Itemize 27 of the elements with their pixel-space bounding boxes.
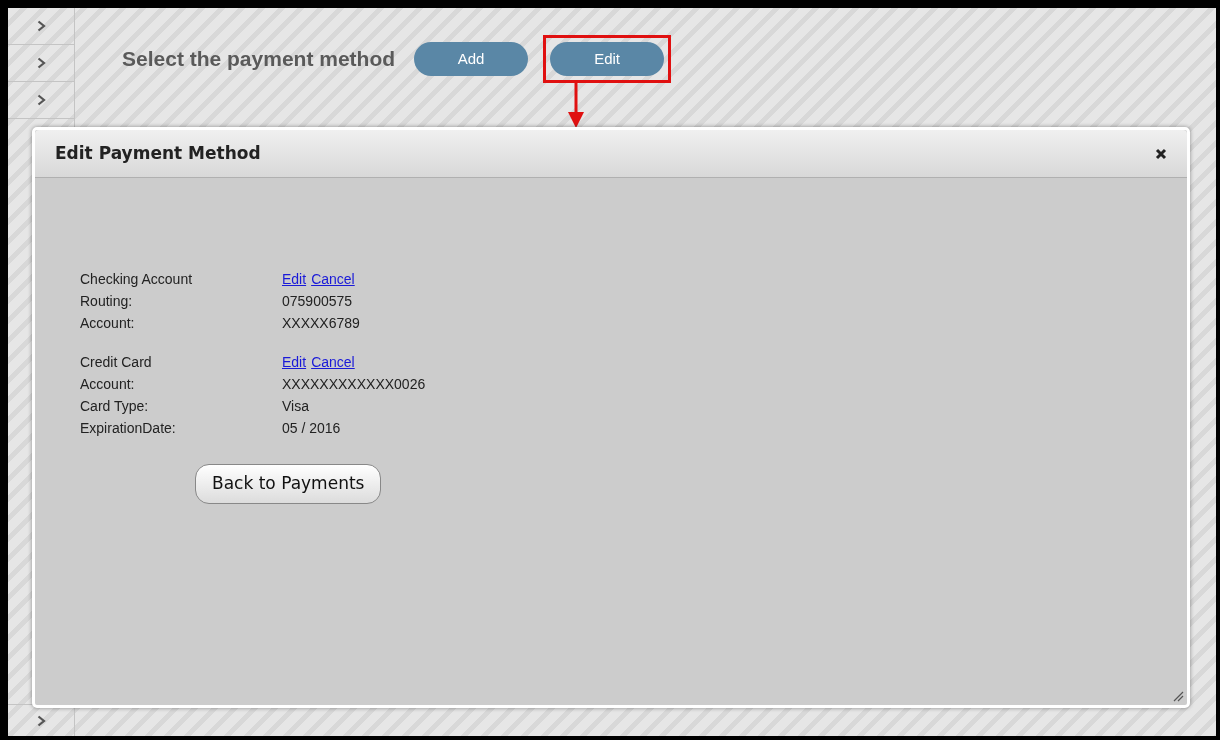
chevron-right-icon[interactable] — [36, 20, 46, 32]
field-value: XXXXX6789 — [282, 313, 360, 333]
field-label: Account: — [80, 374, 136, 394]
field-label: Account: — [80, 313, 136, 333]
section-heading: Credit Card — [80, 352, 153, 372]
resize-handle-icon[interactable] — [1172, 690, 1184, 702]
section-heading: Checking Account — [80, 269, 194, 289]
chevron-right-icon[interactable] — [36, 94, 46, 106]
field-label: Routing: — [80, 291, 134, 311]
text-link[interactable]: Cancel — [311, 351, 355, 373]
field-label: Card Type: — [80, 396, 150, 416]
chevron-right-icon[interactable] — [36, 57, 46, 69]
text-link[interactable]: Cancel — [311, 268, 355, 290]
page-heading: Select the payment method — [122, 46, 396, 73]
dialog-title: Edit Payment Method — [55, 141, 261, 165]
close-icon[interactable] — [1155, 147, 1167, 160]
field-value: Visa — [282, 396, 309, 416]
field-label: ExpirationDate: — [80, 418, 177, 438]
chevron-right-icon[interactable] — [36, 714, 46, 727]
field-value: XXXXXXXXXXXX0026 — [282, 374, 426, 394]
field-value: 05 / 2016 — [282, 418, 341, 438]
field-value: 075900575 — [282, 291, 353, 311]
pill-button[interactable]: Add — [414, 42, 529, 76]
pill-button[interactable]: Edit — [550, 42, 665, 76]
text-link[interactable]: Edit — [282, 351, 307, 373]
back-button[interactable]: Back to Payments — [195, 464, 382, 504]
text-link[interactable]: Edit — [282, 268, 307, 290]
